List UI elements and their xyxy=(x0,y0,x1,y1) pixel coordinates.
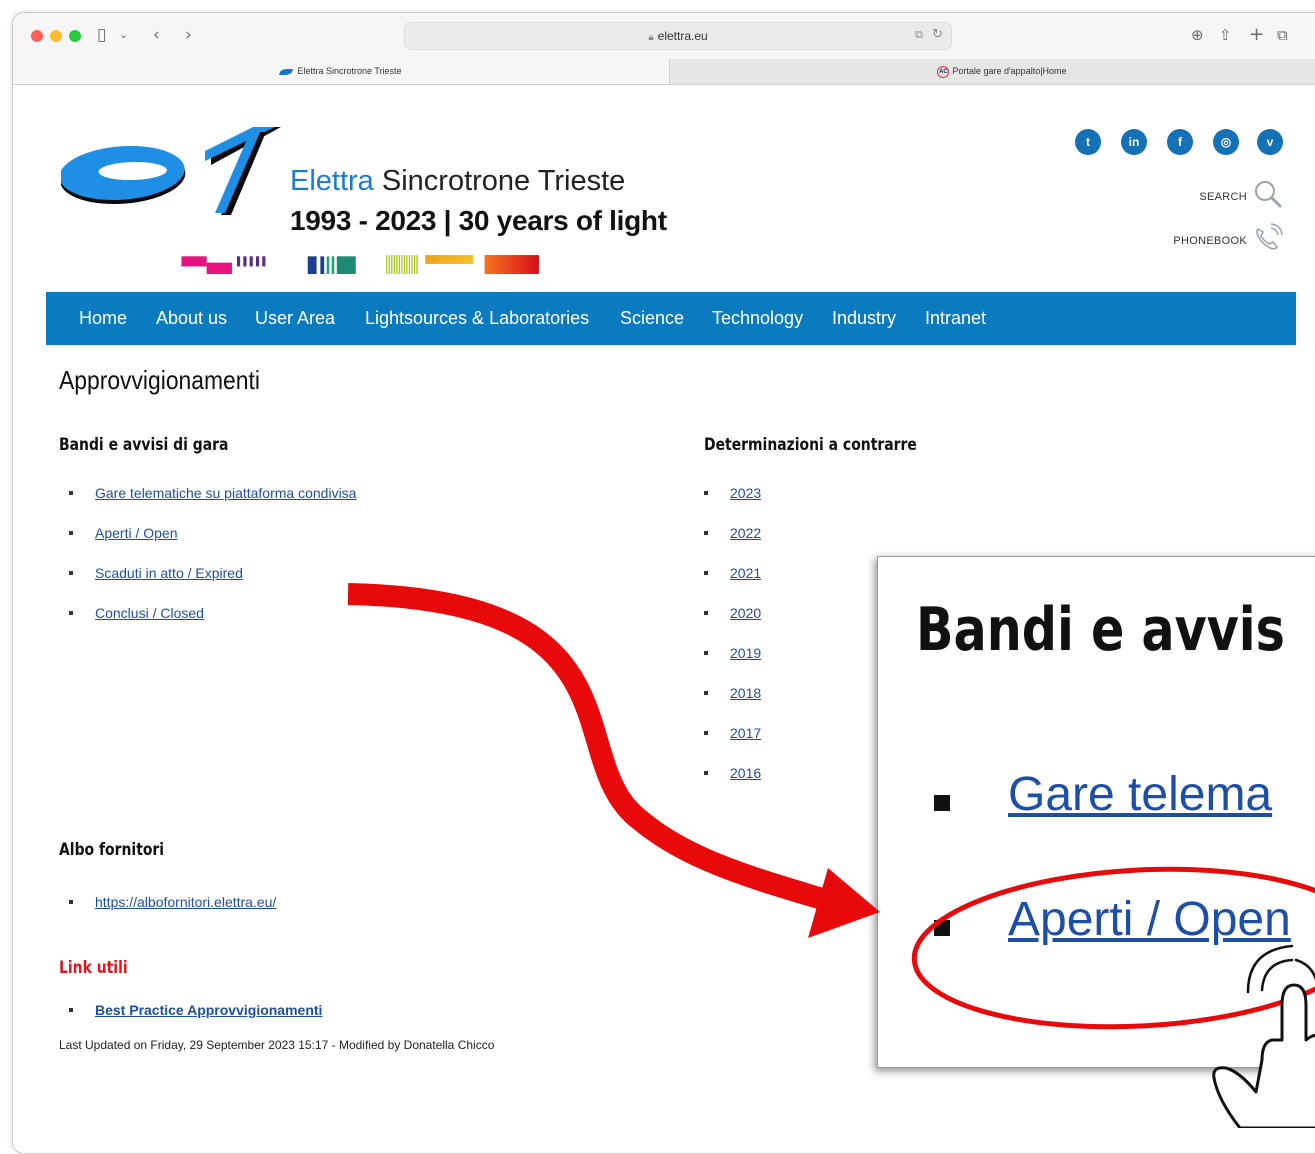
nav-intranet[interactable]: Intranet xyxy=(925,308,986,329)
elettra-favicon-icon xyxy=(279,68,294,75)
zoom-heading: Bandi e avvis xyxy=(916,595,1285,665)
link-utili-heading: Link utili xyxy=(59,958,128,978)
link-best-practice[interactable]: Best Practice Approvvigionamenti xyxy=(95,1002,322,1018)
link-gare-telematiche[interactable]: Gare telematiche su piattaforma condivis… xyxy=(95,485,356,501)
portal-favicon-icon: AC xyxy=(937,65,950,78)
nav-lightsources-laboratories[interactable]: Lightsources & Laboratories xyxy=(365,308,589,329)
bullet-icon xyxy=(69,611,73,615)
bullet-icon xyxy=(704,571,708,575)
nav-industry[interactable]: Industry xyxy=(832,308,896,329)
nav-user-area[interactable]: User Area xyxy=(255,308,335,329)
tab-label: Portale gare d'appalto|Home xyxy=(952,66,1067,76)
bullet-icon xyxy=(704,491,708,495)
bandi-heading: Bandi e avvisi di gara xyxy=(59,435,229,455)
zoom-link-aperti-open[interactable]: Aperti / Open xyxy=(1008,892,1291,947)
elettra-logo[interactable] xyxy=(61,127,281,217)
link-year-2018[interactable]: 2018 xyxy=(730,685,761,701)
search-link[interactable]: SEARCH xyxy=(1199,191,1247,203)
new-tab-icon[interactable]: + xyxy=(1249,24,1264,46)
reload-icon[interactable]: ↻ xyxy=(932,27,943,42)
translate-icon[interactable]: ⧉ xyxy=(915,28,923,42)
bullet-icon xyxy=(704,531,708,535)
tab-elettra[interactable]: Elettra Sincrotrone Trieste xyxy=(13,59,669,84)
link-year-2021[interactable]: 2021 xyxy=(730,565,761,581)
phonebook-link[interactable]: PHONEBOOK xyxy=(1173,235,1247,247)
last-updated-note: Last Updated on Friday, 29 September 202… xyxy=(59,1038,495,1052)
determinazioni-heading: Determinazioni a contrarre xyxy=(704,435,917,455)
link-scaduti-expired[interactable]: Scaduti in atto / Expired xyxy=(95,565,243,581)
zoom-window-button[interactable] xyxy=(69,30,81,42)
nav-about-us[interactable]: About us xyxy=(156,308,227,329)
decorative-color-stripe xyxy=(181,255,539,274)
instagram-icon[interactable]: ◎ xyxy=(1213,129,1239,155)
nav-home[interactable]: Home xyxy=(79,308,127,329)
lock-icon: 🔒︎ xyxy=(648,32,654,43)
tab-label: Elettra Sincrotrone Trieste xyxy=(297,66,402,76)
bullet-icon xyxy=(704,611,708,615)
url-text: elettra.eu xyxy=(657,29,708,43)
link-albo-fornitori[interactable]: https://albofornitori.elettra.eu/ xyxy=(95,894,276,910)
page-title: Approvvigionamenti xyxy=(59,365,260,395)
download-icon[interactable]: ⊕ xyxy=(1191,24,1204,46)
vimeo-icon[interactable]: v xyxy=(1257,129,1283,155)
zoom-callout: Bandi e avvis Gare telema Aperti / Open xyxy=(877,556,1315,1068)
bullet-icon xyxy=(69,900,73,904)
bullet-icon xyxy=(69,531,73,535)
facebook-icon[interactable]: f xyxy=(1167,129,1193,155)
tab-bar: Elettra Sincrotrone Trieste AC Portale ga… xyxy=(13,59,1315,85)
address-bar-text: 🔒︎ elettra.eu xyxy=(405,29,951,43)
address-bar[interactable]: 🔒︎ elettra.eu ⧉ ↻ xyxy=(404,22,952,50)
link-year-2016[interactable]: 2016 xyxy=(730,765,761,781)
link-year-2023[interactable]: 2023 xyxy=(730,485,761,501)
bullet-icon xyxy=(934,920,950,936)
close-window-button[interactable] xyxy=(31,30,43,42)
brand-subtitle: 1993 - 2023 | 30 years of light xyxy=(290,205,667,236)
tab-portale-gare[interactable]: AC Portale gare d'appalto|Home xyxy=(669,59,1315,84)
link-year-2019[interactable]: 2019 xyxy=(730,645,761,661)
bullet-icon xyxy=(704,651,708,655)
minimize-window-button[interactable] xyxy=(50,30,62,42)
bullet-icon xyxy=(704,691,708,695)
bullet-icon xyxy=(934,795,950,811)
chevron-down-icon[interactable]: ⌄ xyxy=(119,24,128,46)
bullet-icon xyxy=(704,731,708,735)
bullet-icon xyxy=(69,571,73,575)
bullet-icon xyxy=(69,491,73,495)
zoom-link-gare-telematiche[interactable]: Gare telema xyxy=(1008,767,1272,822)
brand-name-rest: Sincrotrone Trieste xyxy=(373,165,626,197)
link-year-2020[interactable]: 2020 xyxy=(730,605,761,621)
link-conclusi-closed[interactable]: Conclusi / Closed xyxy=(95,605,204,621)
browser-toolbar: ▯ ⌄ ‹ › 🔒︎ elettra.eu ⧉ ↻ ⊕ ⇧ + ⧉ xyxy=(13,13,1315,59)
nav-technology[interactable]: Technology xyxy=(712,308,803,329)
linkedin-icon[interactable]: in xyxy=(1121,129,1147,155)
link-year-2022[interactable]: 2022 xyxy=(730,525,761,541)
brand-name-colored: Elettra xyxy=(290,165,374,197)
brand-title: Elettra Sincrotrone Trieste xyxy=(290,165,625,198)
sidebar-toggle-icon[interactable]: ▯ xyxy=(97,24,106,46)
main-nav: Home About us User Area Lightsources & L… xyxy=(46,292,1296,345)
albo-heading: Albo fornitori xyxy=(59,840,165,860)
phone-icon[interactable] xyxy=(1253,223,1283,251)
share-icon[interactable]: ⇧ xyxy=(1219,24,1232,46)
bullet-icon xyxy=(704,771,708,775)
bullet-icon xyxy=(69,1008,73,1012)
forward-icon[interactable]: › xyxy=(185,24,192,46)
link-year-2017[interactable]: 2017 xyxy=(730,725,761,741)
nav-science[interactable]: Science xyxy=(620,308,684,329)
back-icon[interactable]: ‹ xyxy=(153,24,160,46)
twitter-icon[interactable]: t xyxy=(1075,129,1101,155)
tab-overview-icon[interactable]: ⧉ xyxy=(1277,24,1288,46)
link-aperti-open[interactable]: Aperti / Open xyxy=(95,525,178,541)
search-icon[interactable] xyxy=(1253,179,1283,209)
